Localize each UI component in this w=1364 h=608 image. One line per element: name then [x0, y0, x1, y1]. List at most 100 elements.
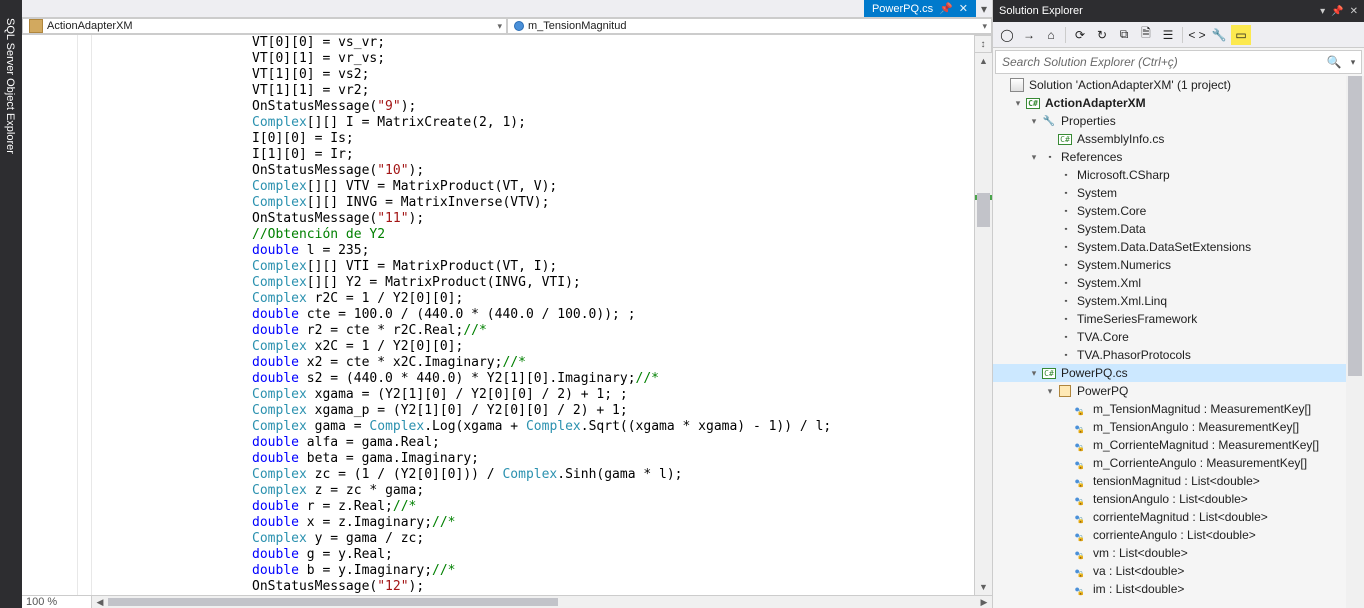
tree-node[interactable]: System.Core	[993, 202, 1364, 220]
tree-node[interactable]: m_TensionMagnitud : MeasurementKey[]	[993, 400, 1364, 418]
tree-node[interactable]: tensionAngulo : List<double>	[993, 490, 1364, 508]
tree-node[interactable]: Solution 'ActionAdapterXM' (1 project)	[993, 76, 1364, 94]
tree-node[interactable]: ▾PowerPQ.cs	[993, 364, 1364, 382]
asm-icon	[1057, 222, 1073, 236]
scroll-right-icon[interactable]: ▶	[976, 597, 992, 608]
scroll-down-icon[interactable]: ▼	[975, 579, 992, 595]
sql-server-object-explorer-tab[interactable]: SQL Server Object Explorer	[0, 0, 22, 608]
expander-icon[interactable]: ▾	[1027, 368, 1041, 379]
toolbar-sync-button[interactable]: ⟳	[1070, 25, 1090, 45]
autohide-icon[interactable]: 📌	[1331, 6, 1343, 17]
scroll-left-icon[interactable]: ◀	[92, 597, 108, 608]
member-dropdown-label: m_TensionMagnitud	[528, 20, 626, 32]
field-icon	[1073, 564, 1089, 578]
tree-node[interactable]: System.Data	[993, 220, 1364, 238]
horizontal-scrollbar[interactable]: 100 % ◀ ▶	[22, 595, 992, 608]
tree-node[interactable]: vm : List<double>	[993, 544, 1364, 562]
toolbar-code-button[interactable]: < >	[1187, 25, 1207, 45]
toolbar-collapse-button[interactable]: ⧉	[1114, 25, 1134, 45]
tree-node[interactable]: corrienteAngulo : List<double>	[993, 526, 1364, 544]
solution-toolbar: ◯→⌂ ⟳↻⧉🗎☰ < >🔧▭	[993, 22, 1364, 48]
vertical-scrollbar[interactable]: ↕ ▲ ▼	[974, 35, 992, 595]
tree-node[interactable]: System.Numerics	[993, 256, 1364, 274]
toolbar-properties-button[interactable]: ☰	[1158, 25, 1178, 45]
tree-node[interactable]: TimeSeriesFramework	[993, 310, 1364, 328]
tree-node[interactable]: ▾ PowerPQ	[993, 382, 1364, 400]
tree-node-label: vm : List<double>	[1093, 546, 1188, 560]
tree-node[interactable]: TVA.PhasorProtocols	[993, 346, 1364, 364]
member-dropdown[interactable]: m_TensionMagnitud	[507, 18, 992, 34]
tree-node[interactable]: System	[993, 184, 1364, 202]
tree-node-label: Microsoft.CSharp	[1077, 168, 1170, 182]
tree-node-label: im : List<double>	[1093, 582, 1184, 596]
tree-node[interactable]: AssemblyInfo.cs	[993, 130, 1364, 148]
solution-tree[interactable]: Solution 'ActionAdapterXM' (1 project)▾A…	[993, 76, 1364, 608]
tree-scroll-thumb[interactable]	[1348, 76, 1362, 376]
expander-icon[interactable]: ▾	[1011, 98, 1025, 109]
tree-node[interactable]: ▾ActionAdapterXM	[993, 94, 1364, 112]
tree-node[interactable]: System.Xml	[993, 274, 1364, 292]
close-panel-icon[interactable]: ✕	[1350, 6, 1358, 17]
code-editor[interactable]: VT[0][0] = vs_vr;VT[0][1] = vr_vs;VT[1][…	[22, 35, 992, 595]
asm-icon	[1057, 294, 1073, 308]
tree-node[interactable]: ▾ Properties	[993, 112, 1364, 130]
split-handle[interactable]: ↕	[974, 35, 992, 53]
toolbar-wrench-button[interactable]: 🔧	[1209, 25, 1229, 45]
sln-icon	[1009, 78, 1025, 92]
tree-node-label: TVA.Core	[1077, 330, 1129, 344]
search-input[interactable]	[996, 55, 1323, 69]
asm-icon	[1057, 168, 1073, 182]
hscroll-track[interactable]	[108, 596, 976, 608]
tree-node[interactable]: corrienteMagnitud : List<double>	[993, 508, 1364, 526]
tree-node[interactable]: va : List<double>	[993, 562, 1364, 580]
window-options-icon[interactable]: ▾	[1320, 6, 1325, 17]
toolbar-fwd-button[interactable]: →	[1019, 25, 1039, 45]
tree-node[interactable]: TVA.Core	[993, 328, 1364, 346]
expander-icon[interactable]: ▾	[1027, 152, 1041, 163]
search-icon[interactable]: 🔍	[1323, 55, 1345, 69]
tree-node-label: PowerPQ	[1077, 384, 1128, 398]
field-icon	[1073, 510, 1089, 524]
type-dropdown[interactable]: ActionAdapterXM	[22, 18, 507, 34]
expander-icon[interactable]: ▾	[1027, 116, 1041, 127]
tree-node[interactable]: im : List<double>	[993, 580, 1364, 598]
toolbar-showall-button[interactable]: 🗎	[1136, 25, 1156, 45]
document-tabs: PowerPQ.cs 📌 ✕ ▾	[22, 0, 992, 18]
search-bar[interactable]: 🔍 ▾	[995, 50, 1362, 74]
toolbar-home-button[interactable]: ⌂	[1041, 25, 1061, 45]
toolbar-back-button[interactable]: ◯	[997, 25, 1017, 45]
tree-node[interactable]: m_CorrienteMagnitud : MeasurementKey[]	[993, 436, 1364, 454]
solution-explorer-panel: Solution Explorer ▾ 📌 ✕ ◯→⌂ ⟳↻⧉🗎☰ < >🔧▭ 🔍 …	[992, 0, 1364, 608]
tree-node[interactable]: tensionMagnitud : List<double>	[993, 472, 1364, 490]
toolbar-preview-button[interactable]: ▭	[1231, 25, 1251, 45]
code-surface[interactable]: VT[0][0] = vs_vr;VT[0][1] = vr_vs;VT[1][…	[92, 35, 974, 595]
tree-node[interactable]: ▾References	[993, 148, 1364, 166]
tree-node-label: corrienteMagnitud : List<double>	[1093, 510, 1268, 524]
tree-node[interactable]: System.Xml.Linq	[993, 292, 1364, 310]
asm-icon	[1057, 186, 1073, 200]
type-dropdown-label: ActionAdapterXM	[47, 20, 133, 32]
close-icon[interactable]: ✕	[959, 2, 968, 15]
tree-scrollbar[interactable]	[1346, 76, 1364, 608]
panel-titlebar[interactable]: Solution Explorer ▾ 📌 ✕	[993, 0, 1364, 22]
tree-node[interactable]: m_TensionAngulo : MeasurementKey[]	[993, 418, 1364, 436]
tabs-dropdown[interactable]: ▾	[976, 0, 992, 17]
asm-icon	[1057, 330, 1073, 344]
pin-icon[interactable]: 📌	[939, 2, 953, 15]
class-icon	[29, 19, 43, 33]
toolbar-refresh-button[interactable]: ↻	[1092, 25, 1112, 45]
tree-node[interactable]: Microsoft.CSharp	[993, 166, 1364, 184]
scroll-up-icon[interactable]: ▲	[975, 53, 992, 69]
tree-node-label: Properties	[1061, 114, 1116, 128]
outline-margin[interactable]	[78, 35, 92, 595]
scroll-thumb[interactable]	[977, 193, 990, 227]
expander-icon[interactable]: ▾	[1043, 386, 1057, 397]
tree-node[interactable]: m_CorrienteAngulo : MeasurementKey[]	[993, 454, 1364, 472]
search-options-icon[interactable]: ▾	[1345, 57, 1361, 68]
tree-node-label: System.Data	[1077, 222, 1146, 236]
hscroll-thumb[interactable]	[108, 598, 558, 606]
tree-node-label: m_TensionAngulo : MeasurementKey[]	[1093, 420, 1299, 434]
tree-node[interactable]: System.Data.DataSetExtensions	[993, 238, 1364, 256]
zoom-level[interactable]: 100 %	[22, 596, 92, 608]
tab-powerpq[interactable]: PowerPQ.cs 📌 ✕	[864, 0, 976, 17]
